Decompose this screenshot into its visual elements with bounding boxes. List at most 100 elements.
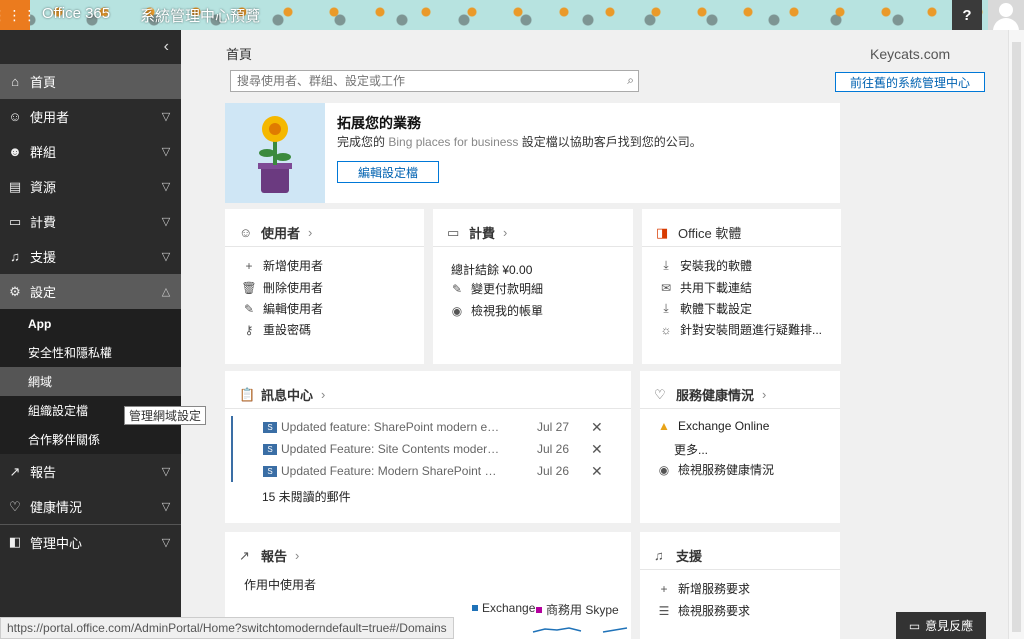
change-payment-link[interactable]: ✎ 變更付款明細: [447, 280, 543, 297]
search-input[interactable]: [231, 71, 601, 91]
reset-password-link[interactable]: ⚷ 重設密碼: [239, 321, 311, 338]
delete-user-link[interactable]: 🗑 刪除使用者: [239, 279, 323, 296]
support-header[interactable]: ♫ 支援: [654, 546, 702, 565]
divider: [642, 246, 841, 247]
view-service-requests-link[interactable]: ☰ 檢視服務要求: [654, 602, 750, 619]
add-user-link[interactable]: + 新增使用者: [239, 257, 323, 274]
close-icon[interactable]: ✕: [591, 463, 603, 480]
app-title: 系統管理中心預覽: [140, 8, 261, 25]
sharepoint-icon: S: [263, 465, 277, 477]
sidebar-subitem-app[interactable]: App: [0, 309, 181, 338]
promo-description: 完成您的 Bing places for business 設定檔以協助客戶找到…: [337, 135, 702, 149]
browser-status-url: https://portal.office.com/AdminPortal/Ho…: [0, 617, 454, 639]
billing-icon: ▭: [447, 224, 460, 240]
sidebar-item-support[interactable]: ♫ 支援 ▽: [0, 239, 181, 274]
sidebar-item-label: 資源: [30, 180, 57, 195]
users-card-header[interactable]: ☺ 使用者 ›: [239, 223, 312, 242]
search-box: ⌕: [230, 70, 639, 92]
close-icon[interactable]: ✕: [591, 419, 603, 436]
tenant-name: Keycats.com: [870, 46, 951, 62]
flower-illustration: [225, 103, 325, 203]
message-item[interactable]: S Updated feature: SharePoint modern exp…: [231, 416, 605, 438]
collapse-nav-button[interactable]: ‹: [0, 30, 181, 64]
message-item[interactable]: S Updated Feature: Modern SharePoint Lis…: [231, 460, 605, 482]
reports-header[interactable]: ↗ 報告 ›: [239, 546, 299, 565]
search-icon[interactable]: ⌕: [627, 73, 634, 88]
waffle-icon: ⋮⋮⋮: [0, 7, 38, 23]
sidebar-item-label: 報告: [30, 465, 57, 480]
sidebar-item-home[interactable]: ⌂ 首頁: [0, 64, 181, 99]
vertical-scrollbar[interactable]: [1008, 30, 1024, 639]
chevron-right-icon: ›: [295, 548, 300, 563]
sidebar-subitem-partner[interactable]: 合作夥伴關係: [0, 425, 181, 454]
close-icon[interactable]: ✕: [591, 441, 603, 458]
settings-submenu: App 安全性和隱私權 網域 組織設定檔 合作夥伴關係: [0, 309, 181, 454]
unread-messages-link[interactable]: 15 未閱讀的郵件: [262, 488, 351, 505]
office-card-header[interactable]: ◨ Office 軟體: [656, 223, 741, 242]
message-center-header[interactable]: 📋 訊息中心 ›: [239, 385, 325, 404]
warning-icon: ▲: [658, 419, 670, 433]
scrollbar-thumb[interactable]: [1012, 42, 1021, 632]
eye-icon: ◉: [658, 462, 670, 477]
legend-swatch: [472, 605, 478, 611]
main-content: 首頁 Keycats.com ⌕ 前往舊的系統管理中心 拓展您的業務 完成您的 …: [181, 30, 1008, 639]
sidebar-item-billing[interactable]: ▭ 計費 ▽: [0, 204, 181, 239]
sidebar-item-label: 管理中心: [30, 535, 83, 551]
health-icon: ♡: [654, 386, 666, 402]
sidebar-subitem-domains[interactable]: 網域: [0, 367, 181, 396]
sidebar-item-health[interactable]: ♡ 健康情況 ▽: [0, 489, 181, 524]
chevron-down-icon: ▽: [161, 466, 171, 478]
download-icon: ⤓: [663, 301, 669, 315]
sidebar-item-groups[interactable]: ☻ 群組 ▽: [0, 134, 181, 169]
billing-card: ▭ 計費 › 總計結餘 ¥0.00 ✎ 變更付款明細 ◉ 檢視我的帳單: [433, 209, 633, 364]
home-icon: ⌂: [11, 74, 19, 89]
reports-icon: ↗: [239, 547, 250, 563]
chevron-down-icon: ▽: [161, 181, 171, 193]
download-settings-link[interactable]: ⤓ 軟體下載設定: [656, 300, 752, 317]
sidebar-item-reports[interactable]: ↗ 報告 ▽: [0, 454, 181, 489]
view-service-health-link[interactable]: ◉ 檢視服務健康情況: [654, 461, 774, 478]
reports-icon: ↗: [9, 463, 21, 479]
avatar[interactable]: [988, 0, 1024, 30]
service-health-card: ♡ 服務健康情況 › ▲ Exchange Online 更多... ◉ 檢視服務健…: [640, 371, 840, 523]
brand-link[interactable]: Office 365: [42, 5, 110, 22]
chevron-left-icon: ‹: [163, 38, 169, 55]
message-center-card: 📋 訊息中心 › S Updated feature: SharePoint m…: [225, 371, 631, 523]
view-bill-link[interactable]: ◉ 檢視我的帳單: [447, 302, 543, 319]
list-icon: ☰: [658, 603, 670, 618]
settings-icon: ⚙: [9, 283, 21, 299]
sidebar-subitem-security-privacy[interactable]: 安全性和隱私權: [0, 338, 181, 367]
key-icon: ⚷: [244, 322, 254, 337]
admin-center-icon: ◧: [8, 534, 22, 549]
message-item[interactable]: S Updated Feature: Site Contents modern …: [231, 438, 605, 460]
divider: [433, 246, 633, 247]
install-software-link[interactable]: ⤓ 安裝我的軟體: [656, 257, 752, 274]
top-bar: ⋮⋮⋮ Office 365 系統管理中心預覽 ?: [0, 0, 1024, 30]
feedback-button[interactable]: ▭ 意見反應: [896, 612, 986, 639]
sidebar-item-label: 首頁: [30, 75, 57, 90]
sidebar-item-resources[interactable]: ▤ 資源 ▽: [0, 169, 181, 204]
app-launcher-button[interactable]: ⋮⋮⋮: [0, 0, 37, 30]
service-health-header[interactable]: ♡ 服務健康情況 ›: [654, 385, 766, 404]
plus-icon: +: [245, 258, 253, 273]
billing-card-header[interactable]: ▭ 計費 ›: [447, 223, 507, 242]
exchange-status[interactable]: ▲ Exchange Online: [654, 419, 769, 433]
active-users-sparkline: [532, 627, 628, 633]
legend-skype: 商務用 Skype: [536, 601, 619, 618]
troubleshoot-install-link[interactable]: ☼ 針對安裝問題進行疑難排...: [656, 321, 823, 338]
old-admin-center-button[interactable]: 前往舊的系統管理中心: [835, 72, 985, 92]
new-service-request-link[interactable]: + 新增服務要求: [654, 580, 750, 597]
edit-profile-button[interactable]: 編輯設定檔: [337, 161, 439, 183]
chevron-up-icon: △: [161, 286, 171, 298]
pencil-icon: ✎: [451, 281, 463, 296]
more-link[interactable]: 更多...: [674, 441, 708, 458]
sidebar-item-admin-centers[interactable]: ◧ 管理中心 ▽: [0, 524, 181, 559]
edit-user-link[interactable]: ✎ 編輯使用者: [239, 300, 323, 317]
chevron-down-icon: ▽: [161, 536, 171, 549]
sidebar-item-users[interactable]: ☺ 使用者 ▽: [0, 99, 181, 134]
sidebar-item-settings[interactable]: ⚙ 設定 △: [0, 274, 181, 309]
legend-swatch: [536, 606, 542, 613]
share-download-link[interactable]: ✉ 共用下載連結: [656, 279, 752, 296]
user-icon: ☺: [239, 225, 253, 240]
help-button[interactable]: ?: [952, 0, 982, 30]
